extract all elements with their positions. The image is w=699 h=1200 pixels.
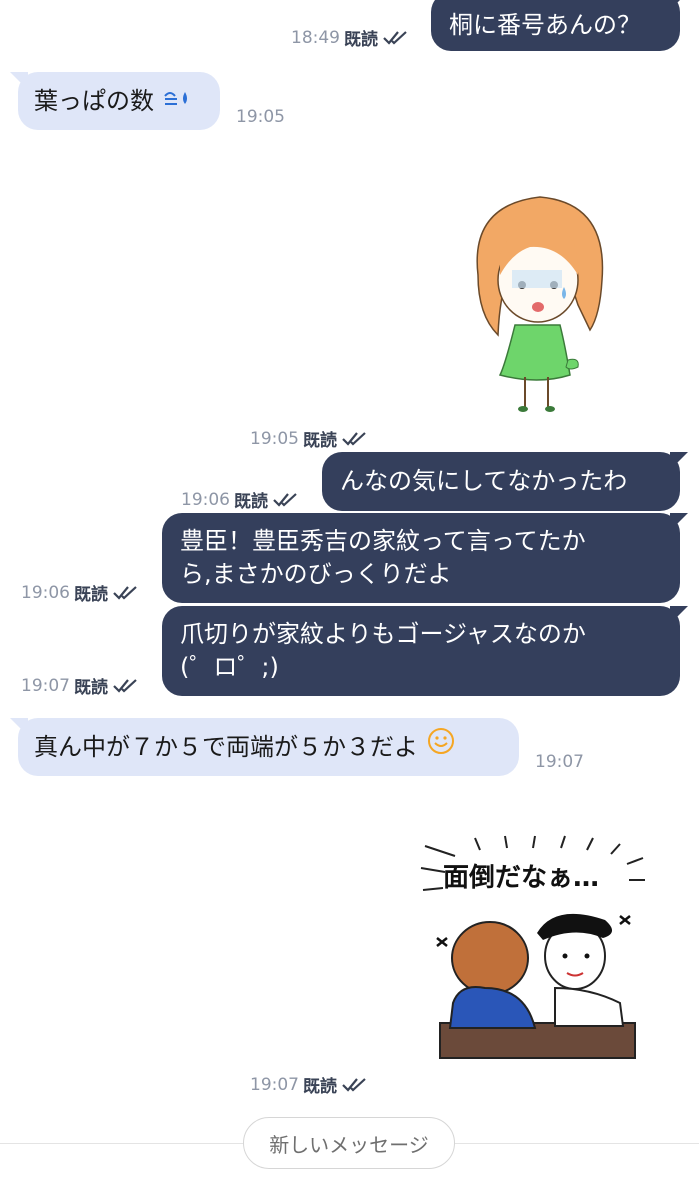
message-text: 真ん中が７か５で両端が５か３だよ — [34, 733, 418, 761]
read-receipt: 既読 — [303, 1077, 337, 1097]
message-bubble-incoming[interactable]: 真ん中が７か５で両端が５か３だよ — [18, 718, 519, 776]
timestamp: 19:07 — [21, 675, 70, 696]
message-text-line: (゜ロ゜;) — [180, 653, 279, 681]
timestamp: 18:49 — [291, 27, 340, 48]
new-messages-label: 新しいメッセージ — [269, 1132, 429, 1157]
double-check-icon — [341, 1077, 367, 1093]
double-check-icon — [341, 431, 367, 447]
message-meta: 19:05 既読 — [250, 426, 367, 451]
message-meta: 19:06 既読 — [181, 487, 298, 512]
svg-text:面倒だなぁ…: 面倒だなぁ… — [443, 863, 599, 893]
message-bubble-outgoing[interactable]: 豊臣！豊臣秀吉の家紋って言ってたか ら,まさかのびっくりだよ — [162, 513, 680, 603]
message-text: 葉っぱの数 — [34, 87, 154, 115]
new-messages-button[interactable]: 新しいメッセージ — [243, 1117, 455, 1169]
message-bubble-outgoing[interactable]: 桐に番号あんの？ — [431, 0, 680, 51]
timestamp: 19:07 — [250, 1074, 299, 1095]
read-receipt: 既読 — [74, 585, 108, 605]
message-text-line: 豊臣！豊臣秀吉の家紋って言ってたか — [180, 527, 586, 555]
message-bubble-outgoing[interactable]: 爪切りが家紋よりもゴージャスなのか (゜ロ゜;) — [162, 606, 680, 696]
sweat-emoji-icon — [162, 73, 192, 131]
timestamp: 19:06 — [21, 582, 70, 603]
read-receipt: 既読 — [234, 492, 268, 512]
smiley-emoji-icon — [426, 719, 456, 777]
double-check-icon — [272, 492, 298, 508]
message-text-line: ら,まさかのびっくりだよ — [180, 560, 452, 588]
message-meta: 19:07 既読 — [21, 673, 138, 698]
message-text: 桐に番号あんの？ — [449, 11, 641, 39]
sticker-guys-image[interactable]: 面倒だなぁ… — [415, 828, 655, 1063]
read-receipt: 既読 — [74, 678, 108, 698]
timestamp: 19:05 — [236, 107, 285, 127]
double-check-icon — [382, 30, 408, 46]
double-check-icon — [112, 585, 138, 601]
timestamp: 19:07 — [535, 752, 584, 772]
read-receipt: 既読 — [303, 431, 337, 451]
message-meta: 18:49 既読 — [291, 25, 408, 50]
timestamp: 19:05 — [250, 428, 299, 449]
read-receipt: 既読 — [344, 30, 378, 50]
message-bubble-outgoing[interactable]: んなの気にしてなかったわ — [322, 452, 680, 511]
message-meta: 19:06 既読 — [21, 580, 138, 605]
message-text-line: 爪切りが家紋よりもゴージャスなのか — [180, 620, 586, 648]
double-check-icon — [112, 678, 138, 694]
message-text: んなの気にしてなかったわ — [340, 467, 628, 495]
message-bubble-incoming[interactable]: 葉っぱの数 — [18, 72, 220, 130]
timestamp: 19:06 — [181, 489, 230, 510]
message-meta: 19:07 既読 — [250, 1072, 367, 1097]
sticker-girl-image[interactable] — [460, 185, 620, 415]
